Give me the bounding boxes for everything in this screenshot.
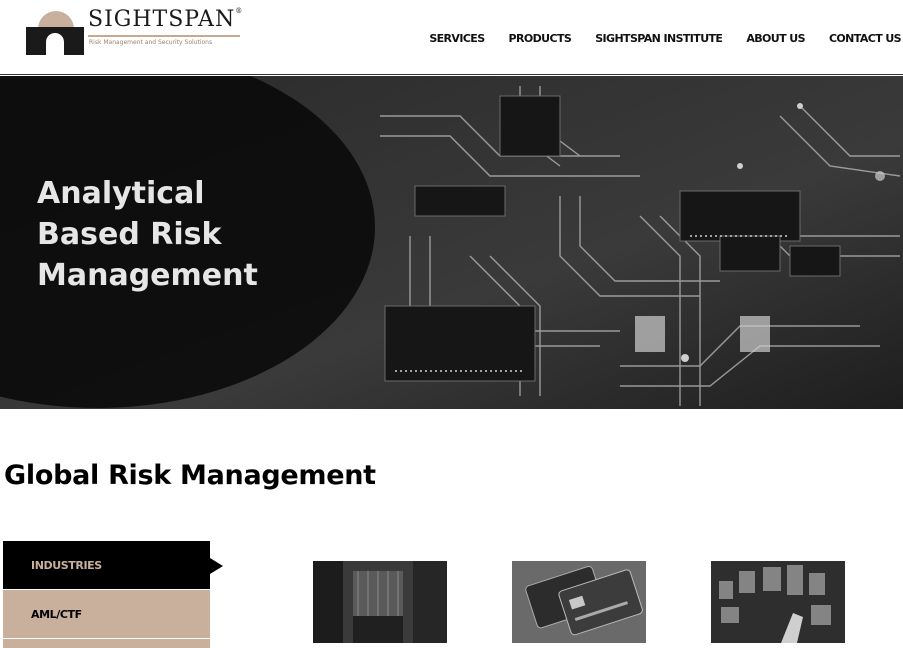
tab-partial[interactable] [3, 639, 210, 648]
digital-interface-thumbnail[interactable] [711, 561, 845, 643]
nav-contact-us[interactable]: CONTACT US [829, 32, 902, 45]
site-header: SIGHTSPAN® Risk Management and Security … [0, 0, 903, 75]
vault-thumbnail[interactable] [313, 561, 447, 643]
credit-cards-thumbnail[interactable] [512, 561, 646, 643]
logo-tagline: Risk Management and Security Solutions [89, 39, 213, 46]
nav-sightspan-institute[interactable]: SIGHTSPAN INSTITUTE [595, 32, 723, 45]
category-tabs: INDUSTRIES AML/CTF [3, 541, 223, 648]
main-nav: SERVICES PRODUCTS SIGHTSPAN INSTITUTE AB… [405, 32, 901, 45]
sightspan-logo[interactable]: SIGHTSPAN® Risk Management and Security … [26, 7, 244, 57]
tab-industries[interactable]: INDUSTRIES [3, 541, 223, 589]
hero-title: Analytical Based Risk Management [37, 173, 357, 296]
logo-mark-icon [26, 9, 86, 55]
nav-services[interactable]: SERVICES [429, 32, 485, 45]
hero-title-line-2: Based Risk [37, 217, 222, 252]
logo-divider [88, 35, 240, 37]
logo-wordmark: SIGHTSPAN® [88, 7, 244, 32]
hero-title-line-1: Analytical [37, 176, 205, 211]
hero-title-line-3: Management [37, 258, 258, 293]
hero-banner: Analytical Based Risk Management [0, 76, 903, 409]
tab-aml-ctf[interactable]: AML/CTF [3, 590, 210, 638]
nav-about-us[interactable]: ABOUT US [746, 32, 805, 45]
section-title: Global Risk Management [4, 460, 376, 491]
nav-products[interactable]: PRODUCTS [509, 32, 572, 45]
